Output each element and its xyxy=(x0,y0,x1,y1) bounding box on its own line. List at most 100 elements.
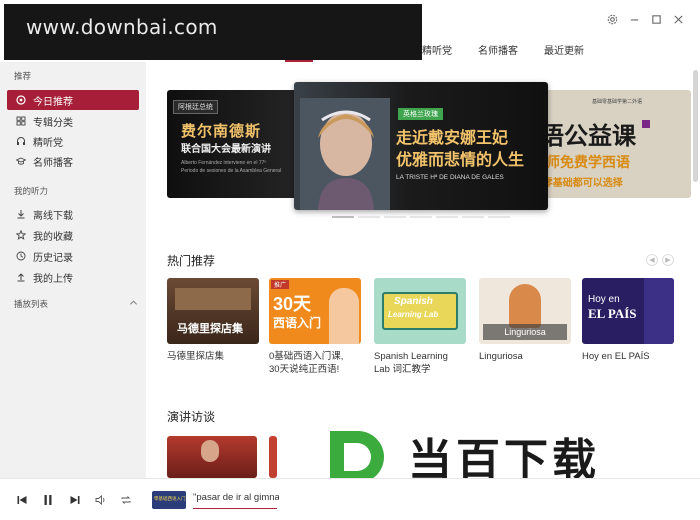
sidebar-item-favorites[interactable]: 我的收藏 xyxy=(7,225,139,245)
card-overlay-subtitle: 西语入门 xyxy=(273,316,322,330)
sidebar-item-categories[interactable]: 专辑分类 xyxy=(7,111,139,131)
track-title[interactable]: "pasar de ir al gimnasio xyxy=(193,492,279,503)
playlist-label: 播放列表 xyxy=(14,299,49,309)
hot-card[interactable]: Hoy en EL PAÍS Hoy en EL PAÍS xyxy=(582,278,674,363)
pause-icon[interactable] xyxy=(41,493,55,507)
track-thumbnail[interactable]: 零基础西语入门 xyxy=(152,491,186,509)
person-shape xyxy=(509,284,541,328)
graduation-cap-icon xyxy=(15,155,27,167)
thumb-text: 零基础西语入门 xyxy=(154,496,186,501)
chevron-up-icon[interactable] xyxy=(129,298,138,310)
card-overlay-text: Linguriosa xyxy=(483,324,567,340)
headphones-icon xyxy=(15,135,27,147)
card-title: Linguriosa xyxy=(479,350,571,363)
hot-card[interactable]: Spanish Learning Lab Spanish Learning La… xyxy=(374,278,466,376)
pagination-dot[interactable] xyxy=(436,216,458,218)
card-title-line: Spanish Learning xyxy=(374,351,448,362)
sidebar-section-recommend: 推荐 xyxy=(14,71,32,81)
talk-card[interactable] xyxy=(167,436,257,478)
card-thumbnail: Hoy en EL PAÍS xyxy=(582,278,674,344)
track-progress-line xyxy=(193,508,277,509)
talk-card[interactable] xyxy=(269,436,277,478)
card-overlay-title: Hoy en xyxy=(588,294,620,305)
card-title: Spanish Learning Lab 词汇教学 xyxy=(374,350,466,376)
pagination-dot[interactable] xyxy=(358,216,380,218)
sidebar-item-label: 离线下载 xyxy=(33,210,73,222)
pagination-dot[interactable] xyxy=(410,216,432,218)
building-shape xyxy=(175,288,251,310)
banner-center-badge: 英格兰玫瑰 xyxy=(398,108,443,120)
hot-section-title: 热门推荐 xyxy=(167,254,216,268)
pagination-dot[interactable] xyxy=(332,216,354,218)
card-overlay-title: Spanish xyxy=(394,296,433,307)
tab-recent-updates[interactable]: 最近更新 xyxy=(544,42,584,57)
card-thumbnail: Linguriosa xyxy=(479,278,571,344)
volume-icon[interactable] xyxy=(94,493,108,507)
decorative-stripe xyxy=(644,278,674,344)
sidebar-item-teacher-podcast[interactable]: 名师播客 xyxy=(7,151,139,171)
settings-gear-icon[interactable] xyxy=(605,12,619,26)
sidebar-item-my-uploads[interactable]: 我的上传 xyxy=(7,267,139,287)
card-title: Hoy en EL PAÍS xyxy=(582,350,674,363)
banner-left-caption-2: Periodo de sesiones de la Asamblea Gener… xyxy=(181,168,282,174)
banner-right-title: 语公益课 xyxy=(540,123,636,150)
banner-left-caption-1: Alberto Fernández interviene en el 77º xyxy=(181,160,267,166)
today-icon xyxy=(15,94,27,106)
download-icon xyxy=(15,208,27,220)
talk-section-title: 演讲访谈 xyxy=(167,410,216,424)
sidebar-section-mine: 我的听力 xyxy=(14,186,49,196)
card-overlay-text: 马德里探店集 xyxy=(177,323,243,335)
card-overlay-subtitle: EL PAÍS xyxy=(588,306,637,321)
card-overlay-subtitle: Learning Lab xyxy=(388,310,439,319)
prev-arrow-icon[interactable]: ◀ xyxy=(646,254,658,266)
decorative-square xyxy=(642,120,650,128)
player-bar: 零基础西语入门 "pasar de ir al gimnasio xyxy=(0,478,700,520)
sidebar-item-listening-party[interactable]: 精听党 xyxy=(7,131,139,151)
card-title-line: Hoy en EL PAÍS xyxy=(582,351,650,362)
pagination-dot[interactable] xyxy=(488,216,510,218)
previous-track-icon[interactable] xyxy=(15,493,29,507)
sidebar-item-offline-download[interactable]: 离线下载 xyxy=(7,204,139,224)
hot-card[interactable]: 马德里探店集 马德里探店集 xyxy=(167,278,259,363)
sidebar-item-label: 专辑分类 xyxy=(33,117,73,129)
sidebar-item-label: 名师播客 xyxy=(33,157,73,169)
card-thumbnail: 马德里探店集 xyxy=(167,278,259,344)
card-overlay-title: 30天 xyxy=(273,294,312,314)
banner-center-subtitle: 优雅而悲情的人生 xyxy=(396,152,525,169)
sidebar-item-label: 今日推荐 xyxy=(33,96,73,108)
minimize-icon[interactable] xyxy=(627,12,641,26)
next-arrow-icon[interactable]: ▶ xyxy=(662,254,674,266)
pagination-dot[interactable] xyxy=(462,216,484,218)
card-title: 马德里探店集 xyxy=(167,350,259,363)
upload-icon xyxy=(15,271,27,283)
banner-slide-center[interactable]: 英格兰玫瑰 走近戴安娜王妃 优雅而悲情的人生 LA TRISTE Hª DE D… xyxy=(294,82,548,210)
sidebar-item-today[interactable]: 今日推荐 xyxy=(7,90,139,110)
card-title-line: 马德里探店集 xyxy=(167,351,225,362)
close-icon[interactable] xyxy=(671,12,685,26)
banner-slide-right[interactable]: 基础零基础学第二外语 语公益课 老师免费学西语 /非零基础都可以选择 xyxy=(526,90,691,198)
playlist-header[interactable]: 播放列表 xyxy=(14,298,138,310)
person-shape xyxy=(329,288,359,344)
banner-center-title: 走近戴安娜王妃 xyxy=(396,130,509,147)
card-thumbnail: 推广 30天 西语入门 xyxy=(269,278,361,344)
star-icon xyxy=(15,229,27,241)
maximize-icon[interactable] xyxy=(649,12,663,26)
tab-listening-party[interactable]: 精听党 xyxy=(422,42,452,57)
banner-left-badge: 阿根廷总统 xyxy=(173,100,218,114)
sidebar-item-label: 我的收藏 xyxy=(33,231,73,243)
next-track-icon[interactable] xyxy=(68,493,82,507)
pagination-dot[interactable] xyxy=(384,216,406,218)
portrait-image xyxy=(300,98,390,210)
banner-right-small: 基础零基础学第二外语 xyxy=(592,99,643,105)
sidebar-item-history[interactable]: 历史记录 xyxy=(7,246,139,266)
promo-badge: 推广 xyxy=(271,280,290,289)
sidebar: 推荐 今日推荐 专辑分类 精听党 名师播客 我的听力 离线下载 我的收藏 历史记… xyxy=(0,62,146,478)
hot-card[interactable]: 推广 30天 西语入门 0基础西语入门课, 30天说纯正西语! xyxy=(269,278,361,376)
repeat-icon[interactable] xyxy=(119,493,133,507)
scrollbar[interactable] xyxy=(693,70,698,182)
banner-left-title: 费尔南德斯 xyxy=(181,123,262,140)
sidebar-item-label: 我的上传 xyxy=(33,273,73,285)
tab-teacher-podcast[interactable]: 名师播客 xyxy=(478,42,518,57)
logo-d-icon xyxy=(330,431,384,483)
hot-card[interactable]: Linguriosa Linguriosa xyxy=(479,278,571,363)
